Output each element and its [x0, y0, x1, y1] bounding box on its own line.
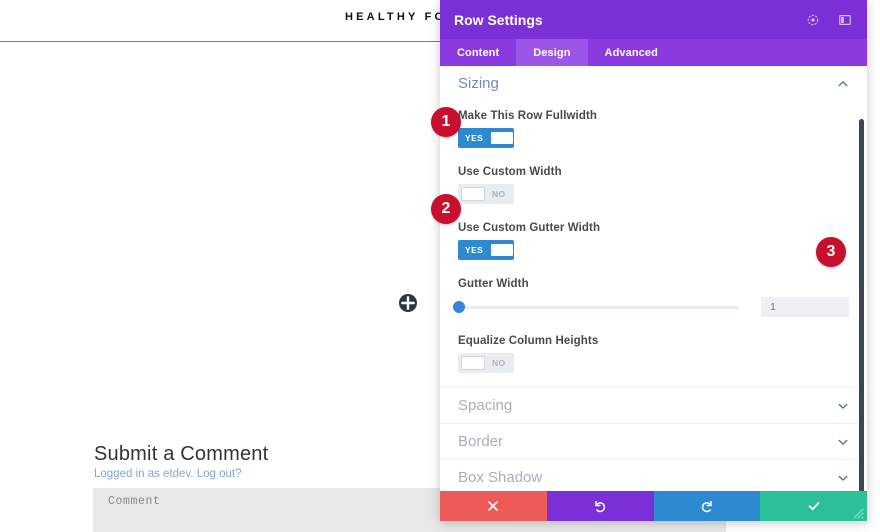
undo-icon [595, 500, 606, 513]
field-equalize-column-heights-label: Equalize Column Heights [458, 335, 599, 347]
undo-button[interactable] [546, 491, 654, 521]
comment-section-heading: Submit a Comment [94, 443, 269, 465]
modal-title: Row Settings [454, 11, 543, 28]
modal-scrollbar-thumb[interactable] [859, 119, 864, 491]
add-row-button[interactable] [399, 294, 417, 312]
annotation-badge-1: 1 [431, 107, 461, 137]
cancel-button[interactable] [440, 491, 547, 521]
screenshot-root: HEALTHY FO Submit a Comment Logged in as… [0, 0, 880, 532]
section-border-header[interactable]: Border [440, 423, 867, 459]
toggle-equalize-column-heights-value: NO [492, 358, 506, 368]
toggle-make-row-fullwidth[interactable]: YES [458, 128, 514, 148]
toggle-knob [490, 243, 514, 257]
chevron-down-icon [837, 400, 849, 412]
modal-action-bar [440, 491, 867, 521]
row-settings-modal: Row Settings Content Design Advanced Siz… [440, 0, 867, 521]
redo-button[interactable] [653, 491, 761, 521]
section-spacing-title: Spacing [458, 397, 513, 414]
field-use-custom-gutter-width: Use Custom Gutter Width YES [440, 222, 867, 260]
site-logo-text: HEALTHY FO [345, 11, 447, 23]
section-sizing-header[interactable]: Sizing [440, 66, 867, 101]
annotation-badge-3: 3 [816, 237, 846, 267]
toggle-use-custom-gutter-width[interactable]: YES [458, 240, 514, 260]
annotation-badge-2: 2 [431, 194, 461, 224]
tab-content[interactable]: Content [440, 39, 516, 66]
chevron-up-icon [837, 78, 849, 90]
section-box-shadow-header[interactable]: Box Shadow [440, 459, 867, 491]
field-use-custom-width-label: Use Custom Width [458, 166, 562, 178]
tab-advanced[interactable]: Advanced [588, 39, 675, 66]
toggle-use-custom-width[interactable]: NO [458, 184, 514, 204]
toggle-knob [461, 187, 485, 201]
toggle-make-row-fullwidth-value: YES [465, 133, 484, 143]
comment-placeholder-text: Comment [108, 495, 161, 508]
close-icon [488, 501, 499, 511]
save-button[interactable] [760, 491, 867, 521]
field-make-row-fullwidth: Make This Row Fullwidth YES [440, 110, 867, 148]
settings-scroll-area: Sizing Make This Row Fullwidth YES Use C… [440, 66, 867, 491]
section-border-title: Border [458, 433, 504, 450]
gutter-width-slider-row [440, 297, 867, 317]
resize-handle-icon[interactable] [853, 508, 865, 520]
check-icon [808, 502, 819, 511]
field-make-row-fullwidth-label: Make This Row Fullwidth [458, 110, 598, 122]
modal-header-icons [805, 12, 853, 28]
tab-design[interactable]: Design [516, 39, 588, 66]
field-use-custom-width: Use Custom Width NO [440, 166, 867, 204]
toggle-use-custom-gutter-width-value: YES [465, 245, 484, 255]
section-spacing-header[interactable]: Spacing [440, 387, 867, 423]
layout-panel-icon[interactable] [837, 12, 853, 28]
section-sizing: Sizing Make This Row Fullwidth YES Use C… [440, 66, 867, 373]
layout-panel-icon-glyph [839, 14, 851, 25]
field-equalize-column-heights: Equalize Column Heights NO [440, 335, 867, 373]
modal-body: Sizing Make This Row Fullwidth YES Use C… [440, 66, 867, 491]
logged-in-notice[interactable]: Logged in as etdev. Log out? [94, 468, 242, 480]
field-gutter-width: Gutter Width [440, 278, 867, 290]
redo-icon [701, 500, 712, 513]
gutter-width-slider-handle[interactable] [453, 301, 465, 313]
plus-icon [401, 296, 415, 310]
chevron-down-icon [837, 472, 849, 484]
modal-header: Row Settings [440, 0, 867, 39]
collapsed-sections: Spacing Border Box Shadow [440, 387, 867, 491]
modal-tabs: Content Design Advanced [440, 39, 867, 66]
toggle-knob [461, 356, 485, 370]
gutter-width-value-input[interactable] [761, 297, 849, 317]
chevron-down-icon [837, 436, 849, 448]
section-box-shadow-title: Box Shadow [458, 469, 543, 486]
field-gutter-width-label: Gutter Width [458, 278, 529, 290]
target-icon-glyph [807, 14, 819, 25]
field-use-custom-gutter-width-label: Use Custom Gutter Width [458, 222, 601, 234]
toggle-use-custom-width-value: NO [492, 189, 506, 199]
header-divider [0, 41, 445, 42]
section-sizing-title: Sizing [458, 75, 499, 92]
toggle-knob [490, 131, 514, 145]
gutter-width-slider-track[interactable] [453, 301, 739, 313]
toggle-equalize-column-heights[interactable]: NO [458, 353, 514, 373]
target-icon[interactable] [805, 12, 821, 28]
